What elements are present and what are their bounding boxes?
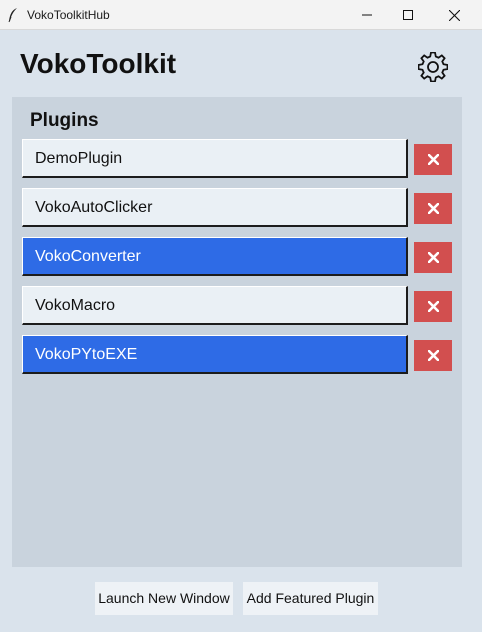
- plugin-list: DemoPlugin VokoAutoClicker VokoConverter Vo…: [12, 97, 462, 567]
- x-mark-icon: [427, 203, 439, 214]
- remove-plugin-button[interactable]: [414, 242, 452, 273]
- remove-plugin-button[interactable]: [414, 340, 452, 371]
- plugin-button[interactable]: VokoMacro: [22, 286, 408, 325]
- remove-plugin-button[interactable]: [414, 144, 452, 175]
- x-mark-icon: [427, 301, 439, 312]
- app-title: VokoToolkit: [20, 48, 177, 79]
- title-bar: VokoToolkitHub: [0, 0, 482, 30]
- minimize-icon: [362, 14, 372, 16]
- minimize-button[interactable]: [344, 0, 390, 30]
- maximize-icon: [403, 10, 413, 20]
- window-title: VokoToolkitHub: [27, 8, 110, 22]
- feather-icon: [8, 8, 17, 23]
- plugin-button[interactable]: VokoPYtoEXE: [22, 335, 408, 374]
- x-mark-icon: [427, 350, 439, 361]
- remove-plugin-button[interactable]: [414, 193, 452, 224]
- plugin-button[interactable]: DemoPlugin: [22, 139, 408, 178]
- plugin-row: VokoPYtoEXE: [12, 335, 462, 375]
- plugin-button[interactable]: VokoAutoClicker: [22, 188, 408, 227]
- plugin-row: VokoAutoClicker: [12, 188, 462, 228]
- close-button[interactable]: [431, 0, 477, 30]
- plugin-button[interactable]: VokoConverter: [22, 237, 408, 276]
- x-mark-icon: [427, 252, 439, 263]
- plugin-row: VokoMacro: [12, 286, 462, 326]
- plugins-panel: Plugins DemoPlugin VokoAutoClicker VokoCon…: [12, 97, 462, 567]
- remove-plugin-button[interactable]: [414, 291, 452, 322]
- gear-icon: [418, 52, 448, 82]
- x-mark-icon: [427, 154, 439, 165]
- plugin-row: VokoConverter: [12, 237, 462, 277]
- settings-button[interactable]: [416, 50, 450, 84]
- add-featured-plugin-button[interactable]: Add Featured Plugin: [243, 582, 378, 615]
- launch-new-window-button[interactable]: Launch New Window: [95, 582, 233, 615]
- close-icon: [448, 9, 460, 21]
- maximize-button[interactable]: [385, 0, 431, 30]
- plugin-row: DemoPlugin: [12, 139, 462, 179]
